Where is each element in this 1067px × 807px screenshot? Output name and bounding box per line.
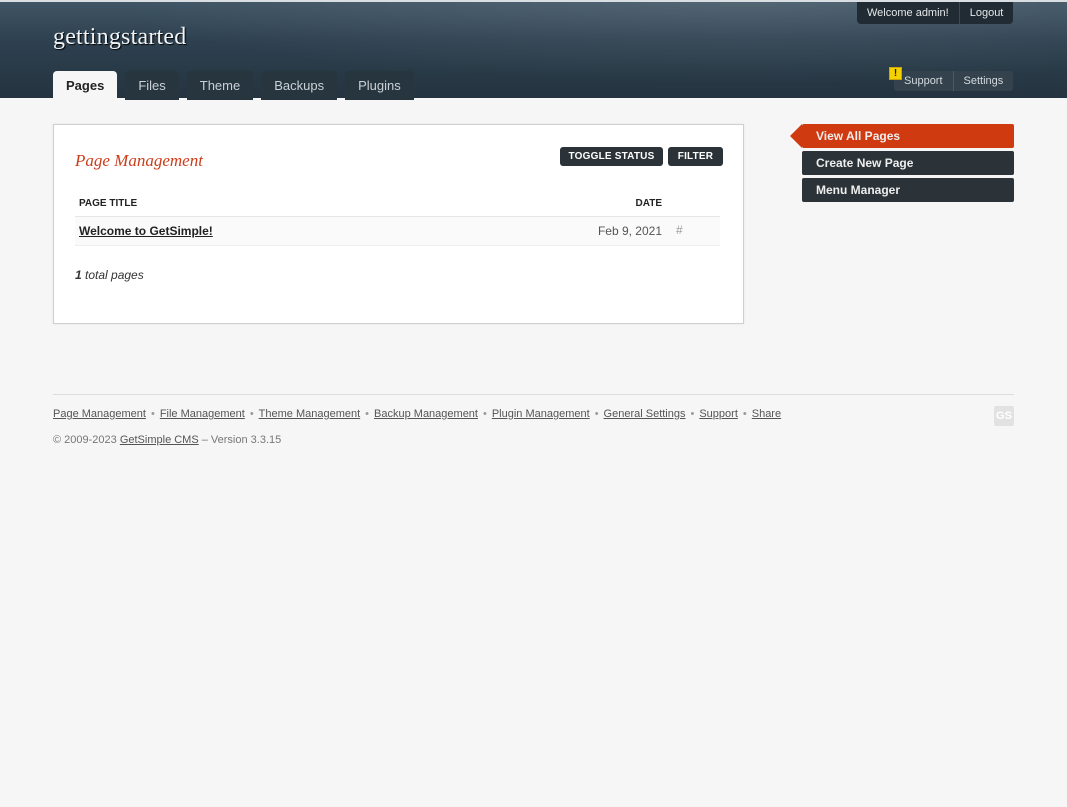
separator: •: [150, 408, 155, 420]
separator: •: [365, 408, 370, 420]
support-link[interactable]: Support: [894, 75, 953, 87]
sidebar-item-menu-manager[interactable]: Menu Manager: [802, 178, 1014, 202]
user-box: Welcome admin! Logout: [857, 2, 1014, 24]
footer-link-plugin-management[interactable]: Plugin Management: [492, 408, 590, 420]
table-header: PAGE TITLE DATE: [75, 191, 720, 217]
toggle-status-button[interactable]: TOGGLE STATUS: [560, 147, 663, 166]
tab-pages[interactable]: Pages: [53, 71, 118, 100]
right-nav: Support Settings: [894, 71, 1014, 91]
settings-link[interactable]: Settings: [954, 75, 1014, 87]
header: gettingstarted Welcome admin! Logout Pag…: [0, 0, 1067, 100]
footer-link-page-management[interactable]: Page Management: [53, 408, 146, 420]
tab-backups[interactable]: Backups: [261, 71, 338, 100]
separator: •: [742, 408, 747, 420]
separator: •: [594, 408, 599, 420]
pages-table: PAGE TITLE DATE Welcome to GetSimple! Fe…: [75, 191, 720, 246]
footer-link-general-settings[interactable]: General Settings: [604, 408, 686, 420]
sidebar-item-view-all-pages[interactable]: View All Pages: [790, 124, 1014, 148]
copyright: © 2009-2023 GetSimple CMS – Version 3.3.…: [53, 434, 281, 446]
column-header-date: DATE: [464, 191, 668, 217]
footer-links: Page Management • File Management • Theme Ma…: [53, 408, 781, 420]
getsimple-link[interactable]: GetSimple CMS: [120, 434, 199, 446]
tab-theme[interactable]: Theme: [186, 71, 254, 100]
logout-link[interactable]: Logout: [970, 7, 1004, 19]
footer-link-share[interactable]: Share: [752, 408, 781, 420]
welcome-text: Welcome admin!: [867, 7, 949, 19]
footer-link-file-management[interactable]: File Management: [160, 408, 245, 420]
separator: •: [249, 408, 254, 420]
footer-link-theme-management[interactable]: Theme Management: [259, 408, 361, 420]
page-anchor-link[interactable]: #: [668, 216, 720, 246]
site-title[interactable]: gettingstarted: [53, 24, 186, 51]
footer: Page Management • File Management • Theme Ma…: [53, 394, 1014, 446]
sidebar-item-create-new-page[interactable]: Create New Page: [802, 151, 1014, 175]
column-header-actions: [668, 191, 720, 217]
total-pages: 1 total pages: [75, 268, 144, 282]
column-header-title: PAGE TITLE: [75, 191, 465, 217]
total-label: total pages: [81, 268, 144, 282]
footer-link-support[interactable]: Support: [699, 408, 738, 420]
cell-title: Welcome to GetSimple!: [75, 216, 465, 246]
page-title: Page Management: [75, 151, 203, 170]
page-management-panel: Page Management TOGGLE STATUS FILTER PAG…: [53, 124, 744, 324]
separator: •: [482, 408, 487, 420]
total-count: 1: [75, 268, 82, 282]
tab-plugins[interactable]: Plugins: [345, 71, 414, 100]
version-text: – Version 3.3.15: [198, 434, 282, 446]
cell-date: Feb 9, 2021: [464, 216, 668, 246]
divider: [958, 2, 960, 24]
side-menu: View All Pages Create New Page Menu Mana…: [790, 124, 1014, 205]
copyright-prefix: © 2009-2023: [53, 434, 120, 446]
table-row: Welcome to GetSimple! Feb 9, 2021 #: [75, 216, 720, 246]
separator: •: [690, 408, 695, 420]
main-nav: Pages Files Theme Backups Plugins: [53, 71, 422, 100]
getsimple-logo-icon[interactable]: GS: [994, 406, 1014, 426]
footer-link-backup-management[interactable]: Backup Management: [374, 408, 478, 420]
alert-icon[interactable]: !: [889, 67, 902, 80]
page-link[interactable]: Welcome to GetSimple!: [79, 224, 213, 238]
filter-button[interactable]: FILTER: [668, 147, 723, 166]
tab-files[interactable]: Files: [125, 71, 179, 100]
